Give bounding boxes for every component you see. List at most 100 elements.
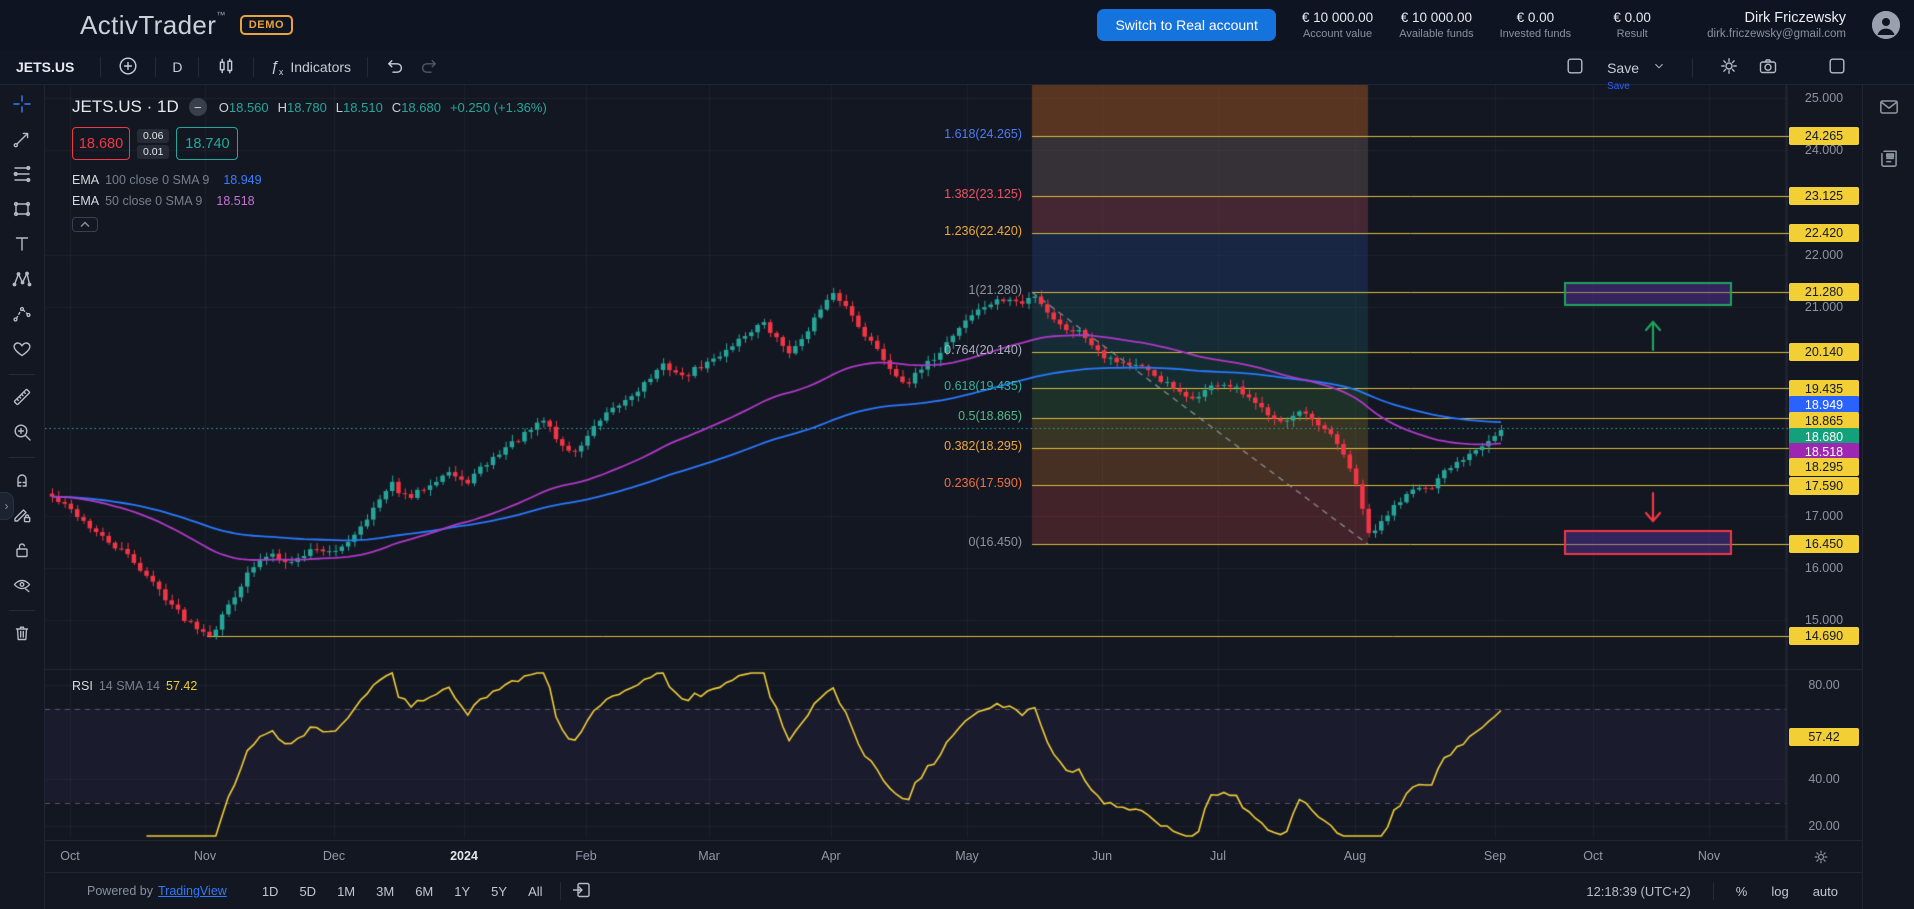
- switch-to-real-account-button[interactable]: Switch to Real account: [1097, 9, 1275, 41]
- symbol-button[interactable]: JETS.US: [16, 59, 74, 75]
- time-axis-label: Oct: [1563, 849, 1623, 863]
- crosshair-icon: [11, 93, 33, 118]
- change-value: +0.250 (+1.36%): [450, 100, 547, 115]
- news-panel-button[interactable]: [1875, 144, 1903, 175]
- go-to-date-icon: [571, 879, 593, 904]
- forecast-tool-button[interactable]: [6, 301, 38, 330]
- mail-icon: [1877, 107, 1901, 122]
- rsi-legend: RSI 14 SMA 14 57.42: [72, 679, 197, 693]
- chart-toolbar: JETS.US D ƒxIndicators Save Save: [0, 50, 1914, 85]
- layout-button[interactable]: [1562, 53, 1588, 82]
- indicator-row[interactable]: EMA50 close 0 SMA 918.518: [72, 194, 547, 208]
- legend-symbol-title[interactable]: JETS.US · 1D: [72, 97, 179, 117]
- fib-retracement-icon: [11, 163, 33, 188]
- remove-drawings-tool-button[interactable]: [6, 620, 38, 649]
- range-button-1y[interactable]: 1Y: [445, 880, 479, 903]
- zoom-in-tool-button[interactable]: [6, 419, 38, 448]
- text-tool-button[interactable]: [6, 231, 38, 260]
- hide-drawings-tool-button[interactable]: [6, 572, 38, 601]
- ohlc-item: C18.680: [392, 100, 441, 115]
- stat-value: € 0.00: [1500, 10, 1572, 25]
- lock-all-tool-button[interactable]: [6, 537, 38, 566]
- magnet-tool-button[interactable]: [6, 467, 38, 496]
- price-axis-label-level: 16.450: [1789, 535, 1859, 553]
- range-button-6m[interactable]: 6M: [406, 880, 442, 903]
- panel-toggle-button[interactable]: [1824, 53, 1850, 82]
- measure-ruler-tool-button[interactable]: [6, 384, 38, 413]
- range-button-all[interactable]: All: [519, 880, 551, 903]
- activtrader-app: ActivTrader™ DEMO Switch to Real account…: [0, 0, 1914, 909]
- time-axis[interactable]: OctNovDec2024FebMarAprMayJunJulAugSepOct…: [45, 840, 1862, 872]
- panel-square-icon: [1826, 55, 1848, 80]
- stat-label: Available funds: [1399, 28, 1473, 40]
- price-axis-label-tick: 16.000: [1789, 559, 1859, 577]
- favorites-heart-tool-button[interactable]: [6, 336, 38, 365]
- spread-bottom: 0.01: [137, 145, 169, 159]
- go-to-date-button[interactable]: [569, 877, 595, 906]
- remove-drawings-icon: [11, 622, 33, 647]
- crosshair-tool-button[interactable]: [6, 91, 38, 120]
- pattern-xabcd-tool-button[interactable]: [6, 266, 38, 295]
- save-button[interactable]: Save: [1601, 58, 1645, 78]
- indicator-rows: EMA100 close 0 SMA 918.949 EMA50 close 0 …: [72, 173, 547, 208]
- time-axis-label: Jul: [1188, 849, 1248, 863]
- time-axis-label: Jun: [1072, 849, 1132, 863]
- range-button-3m[interactable]: 3M: [367, 880, 403, 903]
- divider: [198, 57, 199, 77]
- stat-label: Result: [1597, 28, 1667, 40]
- date-range-buttons: 1D5D1M3M6M1Y5YAll: [253, 880, 552, 903]
- powered-by-label: Powered by: [87, 884, 153, 898]
- range-button-5y[interactable]: 5Y: [482, 880, 516, 903]
- shapes-icon: [11, 198, 33, 223]
- undo-button[interactable]: [378, 53, 412, 82]
- fib-level-label: 1.618(24.265): [830, 127, 1022, 141]
- ohlc-values: O18.560H18.780L18.510C18.680+0.250 (+1.3…: [219, 100, 547, 115]
- text-icon: [11, 233, 33, 258]
- account-stat: € 0.00Invested funds: [1500, 10, 1572, 40]
- save-menu-button[interactable]: [1649, 56, 1669, 79]
- bid-button[interactable]: 18.680: [72, 127, 130, 160]
- time-axis-label: May: [937, 849, 997, 863]
- divider: [9, 374, 35, 375]
- shapes-tool-button[interactable]: [6, 196, 38, 225]
- time-axis-settings-button[interactable]: [1806, 847, 1836, 870]
- price-axis-label-level: 22.420: [1789, 224, 1859, 242]
- toolbar-right: Save Save: [1562, 50, 1850, 85]
- tradingview-link[interactable]: TradingView: [158, 884, 227, 898]
- range-button-1d[interactable]: 1D: [253, 880, 288, 903]
- chart-settings-button[interactable]: [1716, 53, 1742, 82]
- time-axis-label: 2024: [434, 849, 494, 863]
- divider: [9, 457, 35, 458]
- trend-line-tool-button[interactable]: [6, 126, 38, 155]
- price-axis-label-tick: 17.000: [1789, 507, 1859, 525]
- indicators-button[interactable]: ƒxIndicators: [264, 56, 357, 79]
- collapse-indicators-button[interactable]: [72, 217, 98, 232]
- rsi-params: 14 SMA 14: [99, 679, 160, 693]
- chart-style-button[interactable]: [209, 53, 243, 82]
- timeframe-button[interactable]: D: [166, 57, 188, 77]
- stat-value: € 10 000.00: [1399, 10, 1473, 25]
- price-axis-label-tick: 40.00: [1789, 770, 1859, 788]
- indicator-row[interactable]: EMA100 close 0 SMA 918.949: [72, 173, 547, 187]
- object-tree-expand-handle[interactable]: ›: [0, 492, 14, 520]
- minus-circle-icon[interactable]: −: [189, 98, 207, 116]
- price-axis-label-tick: 22.000: [1789, 246, 1859, 264]
- ask-button[interactable]: 18.740: [176, 127, 238, 160]
- fib-retracement-tool-button[interactable]: [6, 161, 38, 190]
- add-symbol-button[interactable]: [111, 53, 145, 82]
- range-button-1m[interactable]: 1M: [328, 880, 364, 903]
- avatar[interactable]: [1872, 11, 1900, 39]
- log-scale-button[interactable]: log: [1761, 880, 1798, 903]
- fib-level-label: 0.764(20.140): [830, 343, 1022, 357]
- screenshot-button[interactable]: [1755, 53, 1781, 82]
- fib-level-label: 1.382(23.125): [830, 187, 1022, 201]
- chart-legend: JETS.US · 1D − O18.560H18.780L18.510C18.…: [72, 97, 547, 232]
- divider: [155, 57, 156, 77]
- auto-scale-button[interactable]: auto: [1803, 880, 1848, 903]
- redo-button[interactable]: [412, 53, 446, 82]
- range-button-5d[interactable]: 5D: [290, 880, 325, 903]
- ohlc-item: O18.560: [219, 100, 269, 115]
- bottom-bar: Powered by TradingView 1D5D1M3M6M1Y5YAll…: [45, 872, 1862, 909]
- mail-panel-button[interactable]: [1875, 93, 1903, 124]
- percent-scale-button[interactable]: %: [1726, 880, 1758, 903]
